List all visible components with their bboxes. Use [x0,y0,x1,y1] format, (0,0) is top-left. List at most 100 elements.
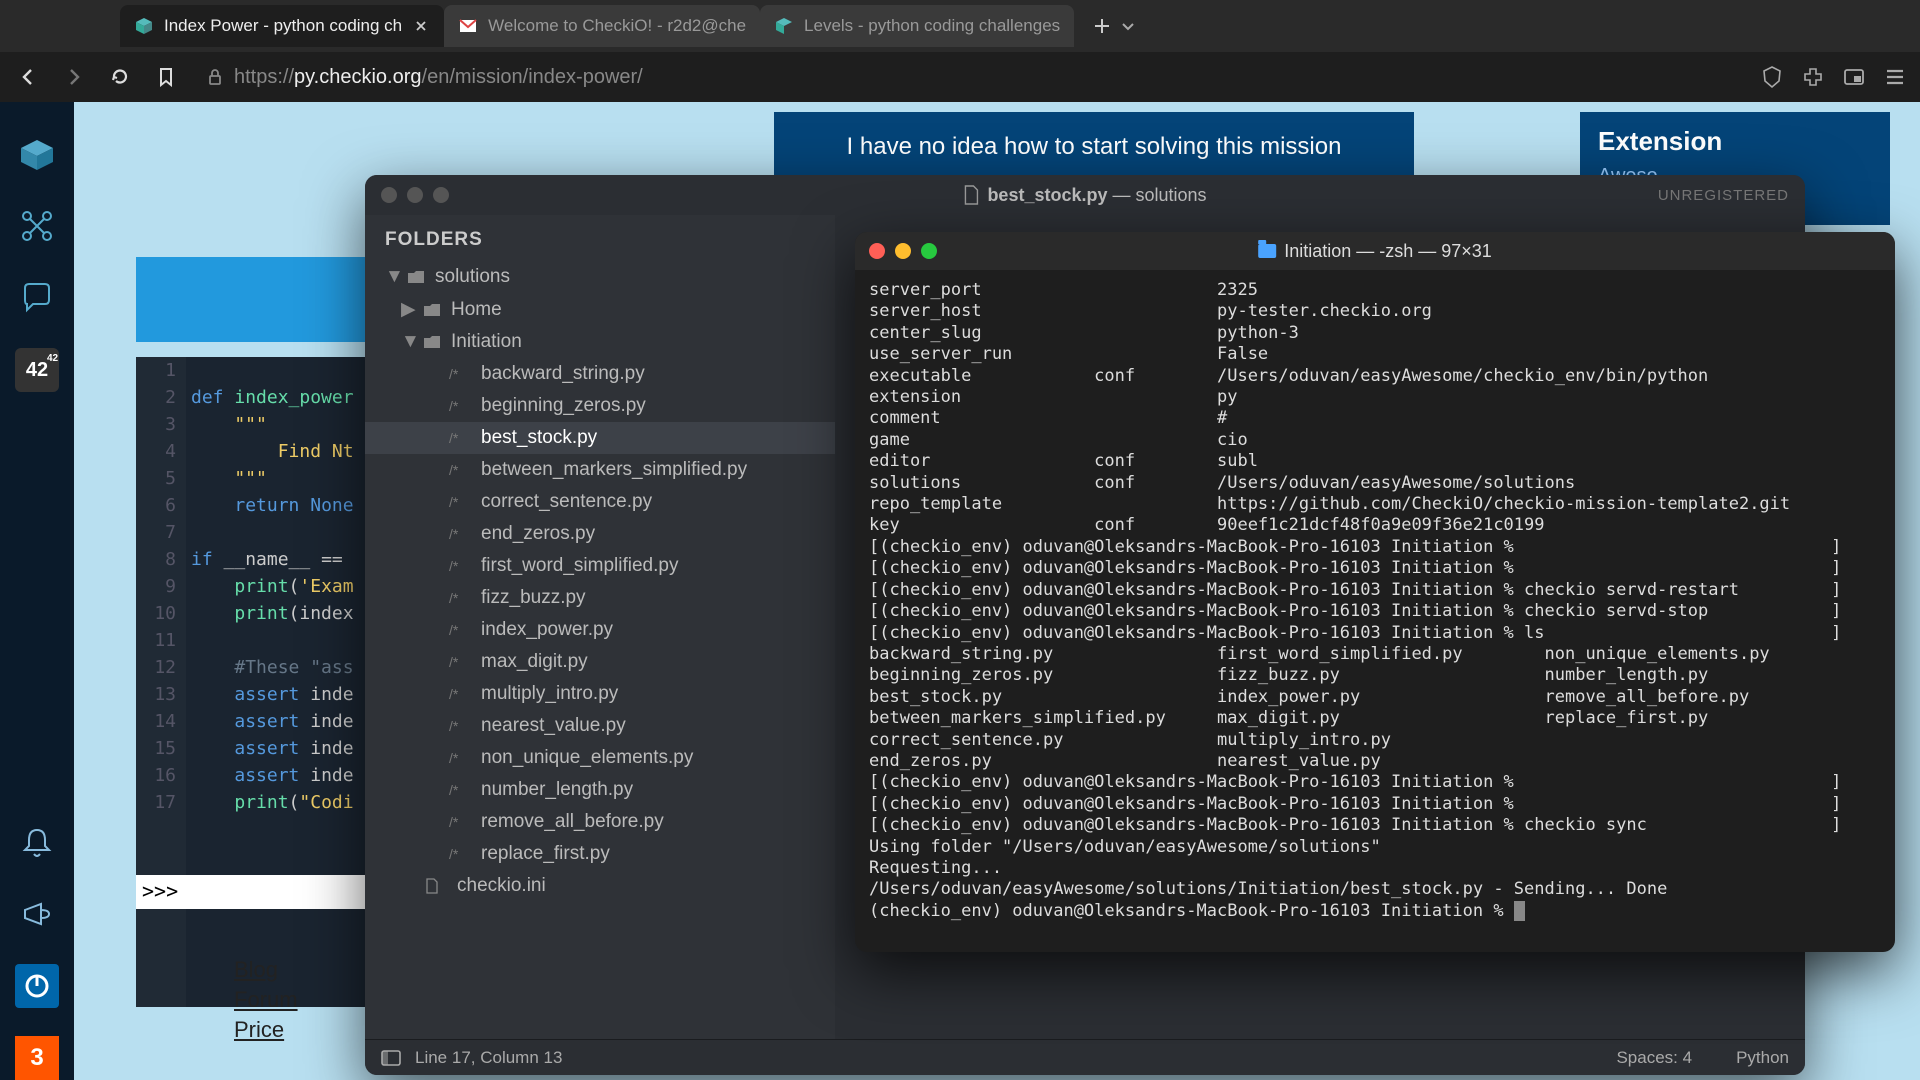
tree-file[interactable]: /*fizz_buzz.py [365,582,835,614]
line-number: 5 [136,465,186,492]
code-line: print("Codi [191,789,354,816]
back-button[interactable] [14,63,42,91]
tree-folder-initiation[interactable]: ▼ Initiation [365,326,835,358]
tree-file-ini[interactable]: checkio.ini [365,870,835,902]
browser-tab[interactable]: Welcome to CheckiO! - r2d2@che [444,5,760,47]
footer-link-blog[interactable]: Blog [234,957,298,983]
terminal-line: comment # [869,408,1881,429]
footer-link-price[interactable]: Price [234,1017,298,1043]
window-close-icon[interactable] [381,187,397,203]
tree-folder-home[interactable]: ▶ Home [365,293,835,326]
python-file-icon: /* [449,814,471,830]
sublime-titlebar[interactable]: best_stock.py — solutions UNREGISTERED [365,175,1805,215]
mission-hint-banner[interactable]: I have no idea how to start solving this… [774,112,1414,182]
folder-icon [423,335,441,349]
badge-42[interactable]: 4242 [15,348,59,392]
tree-file[interactable]: /*between_markers_simplified.py [365,454,835,486]
tree-folder-root[interactable]: ▼ solutions [365,261,835,293]
python-file-icon: /* [449,526,471,542]
lock-icon [206,68,224,86]
tree-file[interactable]: /*number_length.py [365,774,835,806]
tree-file[interactable]: /*nearest_value.py [365,710,835,742]
sublime-statusbar: Line 17, Column 13 Spaces: 4 Python [365,1039,1805,1075]
bell-icon[interactable] [15,820,59,864]
tab-dropdown[interactable] [1120,18,1156,34]
folder-icon [407,270,425,284]
footer-link-forum[interactable]: Forum [234,987,298,1013]
close-icon[interactable] [412,17,430,35]
tree-file[interactable]: /*correct_sentence.py [365,486,835,518]
brave-shield-icon[interactable] [1760,65,1784,89]
badge-notifications[interactable]: 3 [15,1036,59,1080]
tree-file[interactable]: /*beginning_zeros.py [365,390,835,422]
cursor-position[interactable]: Line 17, Column 13 [415,1048,562,1068]
terminal-line: backward_string.py first_word_simplified… [869,644,1881,665]
python-file-icon: /* [449,846,471,862]
window-zoom-icon[interactable] [921,243,937,259]
window-minimize-icon[interactable] [895,243,911,259]
python-file-icon: /* [449,654,471,670]
code-line: """ [191,411,354,438]
line-number: 4 [136,438,186,465]
sublime-sidebar[interactable]: FOLDERS ▼ solutions ▶ Home ▼ Initiation … [365,215,835,1039]
tab-title: Welcome to CheckiO! - r2d2@che [488,16,746,36]
browser-tab-active[interactable]: Index Power - python coding ch [120,5,444,47]
line-number: 15 [136,735,186,762]
terminal-output[interactable]: server_port 2325server_host py-tester.ch… [855,270,1895,932]
terminal-line: [(checkio_env) oduvan@Oleksandrs-MacBook… [869,772,1881,793]
tree-file[interactable]: /*backward_string.py [365,358,835,390]
terminal-line: correct_sentence.py multiply_intro.py [869,730,1881,751]
network-icon[interactable] [15,204,59,248]
python-file-icon: /* [449,462,471,478]
tree-file[interactable]: /*first_word_simplified.py [365,550,835,582]
checkio-logo-icon[interactable] [15,132,59,176]
terminal-line: repo_template https://github.com/CheckiO… [869,494,1881,515]
new-tab-button[interactable] [1084,8,1120,44]
extensions-icon[interactable] [1802,66,1824,88]
url-bar[interactable]: https://py.checkio.org/en/mission/index-… [198,66,1742,89]
tree-file[interactable]: /*replace_first.py [365,838,835,870]
window-zoom-icon[interactable] [433,187,449,203]
checkio-sidebar: 4242 3 [0,102,74,1080]
code-line: """ [191,465,354,492]
line-number: 17 [136,789,186,816]
browser-toolbar: https://py.checkio.org/en/mission/index-… [0,52,1920,102]
terminal-line: /Users/oduvan/easyAwesome/solutions/Init… [869,879,1881,900]
python-file-icon: /* [449,782,471,798]
tree-file[interactable]: /*non_unique_elements.py [365,742,835,774]
code-line: return None [191,492,354,519]
megaphone-icon[interactable] [15,892,59,936]
folder-icon [423,303,441,317]
terminal-line: [(checkio_env) oduvan@Oleksandrs-MacBook… [869,537,1881,558]
power-button[interactable] [15,964,59,1008]
forward-button[interactable] [60,63,88,91]
menu-icon[interactable] [1884,66,1906,88]
python-file-icon: /* [449,398,471,414]
pip-icon[interactable] [1842,65,1866,89]
browser-tab[interactable]: Levels - python coding challenges [760,5,1074,47]
tree-file[interactable]: /*best_stock.py [365,422,835,454]
line-number: 10 [136,600,186,627]
window-minimize-icon[interactable] [407,187,423,203]
syntax-setting[interactable]: Python [1736,1048,1789,1068]
folders-header: FOLDERS [365,229,835,261]
tree-file[interactable]: /*max_digit.py [365,646,835,678]
chat-icon[interactable] [15,276,59,320]
tree-file[interactable]: /*end_zeros.py [365,518,835,550]
python-file-icon: /* [449,494,471,510]
terminal-line: executable conf /Users/oduvan/easyAwesom… [869,366,1881,387]
indent-setting[interactable]: Spaces: 4 [1616,1048,1692,1068]
file-icon [963,185,979,205]
code-line: assert inde [191,708,354,735]
line-number: 16 [136,762,186,789]
reload-button[interactable] [106,63,134,91]
tree-file[interactable]: /*index_power.py [365,614,835,646]
terminal-titlebar[interactable]: Initiation — -zsh — 97×31 [855,232,1895,270]
sidebar-toggle-icon[interactable] [381,1050,401,1066]
tree-file[interactable]: /*remove_all_before.py [365,806,835,838]
checkio-icon [774,16,794,36]
code-line: assert inde [191,735,354,762]
bookmark-button[interactable] [152,63,180,91]
tree-file[interactable]: /*multiply_intro.py [365,678,835,710]
window-close-icon[interactable] [869,243,885,259]
